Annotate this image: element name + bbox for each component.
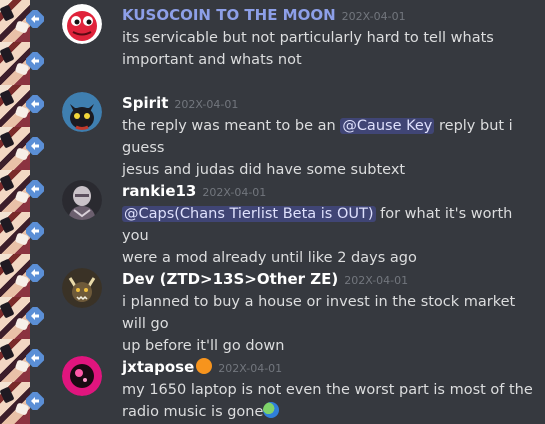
message-text: @Caps(Chans Tierlist Beta is OUT) for wh… [122, 203, 540, 269]
message-line: i planned to buy a house or invest in th… [122, 294, 516, 332]
strip-cell [0, 42, 46, 85]
avatar[interactable] [62, 180, 102, 220]
message-line: jesus and judas did have some subtext [122, 162, 406, 178]
reply-arrow-icon [26, 306, 44, 325]
strip-cell [0, 339, 46, 382]
reply-arrow-icon [26, 52, 44, 71]
message-line: important and whats not [122, 52, 302, 68]
timestamp: 202X-04-01 [202, 186, 267, 199]
earth-globe-icon [263, 402, 280, 418]
pink-orb-avatar-icon [62, 356, 102, 396]
text-segment: the reply was meant to be an [122, 118, 341, 134]
username[interactable]: Spirit [122, 94, 168, 112]
reply-arrow-icon [26, 391, 44, 410]
reply-arrow-icon [26, 349, 44, 368]
reply-arrow-icon [26, 137, 44, 156]
text-segment: radio music is gone [122, 404, 264, 420]
reply-arrow-icon [26, 10, 44, 28]
avatar[interactable] [62, 356, 102, 396]
reply-arrow-icon [26, 221, 44, 240]
message-line: were a mod already until like 2 days ago [122, 250, 417, 266]
user-mention[interactable]: @Caps(Chans Tierlist Beta is OUT) [122, 206, 376, 222]
timestamp: 202X-04-01 [218, 362, 283, 375]
strip-cell [0, 0, 46, 43]
orange-icon [196, 358, 213, 374]
strip-cell [0, 381, 46, 424]
message-line: radio music is gone [122, 401, 540, 423]
reply-arrow-icon [26, 179, 44, 198]
strip-cell [0, 127, 46, 170]
reply-arrow-icon [26, 94, 44, 113]
message-line: up before it'll go down [122, 338, 285, 354]
username[interactable]: jxtapose [122, 358, 194, 376]
strip-cell [0, 254, 46, 297]
black-cat-avatar-icon [62, 92, 102, 132]
message-line: the reply was meant to be an @Cause Key … [122, 115, 540, 159]
strip-cell [0, 169, 46, 212]
username[interactable]: KUSOCOIN TO THE MOON [122, 6, 336, 24]
message-text: the reply was meant to be an @Cause Key … [122, 115, 540, 181]
timestamp: 202X-04-01 [341, 10, 406, 23]
user-mention[interactable]: @Cause Key [340, 118, 435, 134]
reply-thread-strip [0, 0, 46, 424]
message-line: its servicable but not particularly hard… [122, 30, 494, 46]
timestamp: 202X-04-01 [174, 98, 239, 111]
message-line: my 1650 laptop is not even the worst par… [122, 382, 533, 398]
red-pepe-avatar-icon [62, 4, 102, 44]
message-line: @Caps(Chans Tierlist Beta is OUT) for wh… [122, 203, 540, 247]
username[interactable]: Dev (ZTD>13S>Other ZE) [122, 270, 338, 288]
message-text: my 1650 laptop is not even the worst par… [122, 379, 540, 423]
strip-cell [0, 211, 46, 255]
message-text: its servicable but not particularly hard… [122, 27, 540, 71]
avatar[interactable] [62, 268, 102, 308]
strip-cell [0, 296, 46, 340]
reply-arrow-icon [26, 264, 44, 283]
strip-cell [0, 84, 46, 128]
armored-figure-avatar-icon [62, 180, 102, 220]
avatar[interactable] [62, 4, 102, 44]
message-text: i planned to buy a house or invest in th… [122, 291, 540, 357]
timestamp: 202X-04-01 [344, 274, 409, 287]
horned-creature-avatar-icon [62, 268, 102, 308]
chat-window: KUSOCOIN TO THE MOON 202X-04-01 its servi… [0, 0, 545, 424]
username[interactable]: rankie13 [122, 182, 196, 200]
avatar[interactable] [62, 92, 102, 132]
